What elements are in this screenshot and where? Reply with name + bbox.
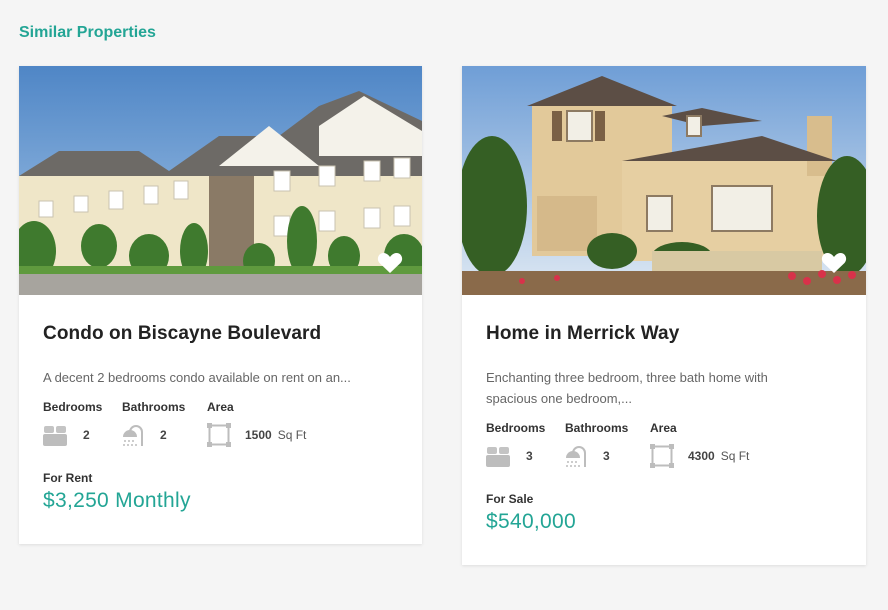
shower-icon [566, 446, 586, 467]
property-title[interactable]: Condo on Biscayne Boulevard [43, 323, 398, 345]
property-features: Bedrooms 3 Bathrooms 3 Area 4300 Sq Ft [486, 421, 842, 469]
property-price: $3,250 Monthly [43, 489, 191, 512]
bedrooms-label: Bedrooms [486, 421, 546, 435]
property-price: $540,000 [486, 510, 576, 533]
bathrooms-label: Bathrooms [122, 400, 186, 414]
property-title[interactable]: Home in Merrick Way [486, 323, 842, 345]
property-description: Enchanting three bedroom, three bath hom… [486, 370, 768, 406]
section-title: Similar Properties [19, 24, 156, 41]
property-card[interactable]: Home in Merrick Way Enchanting three bed… [462, 66, 866, 565]
bathrooms-feature: Bathrooms 3 [565, 421, 650, 469]
bedrooms-feature: Bedrooms 2 [43, 400, 122, 448]
area-value: 4300 [688, 449, 715, 463]
bedrooms-value: 3 [526, 449, 533, 463]
property-card[interactable]: Condo on Biscayne Boulevard A decent 2 b… [19, 66, 422, 544]
area-feature: Area 1500 Sq Ft [207, 400, 337, 448]
bedrooms-feature: Bedrooms 3 [486, 421, 565, 469]
house-photo [462, 66, 866, 295]
listing-status: For Rent [43, 471, 93, 485]
bathrooms-feature: Bathrooms 2 [122, 400, 207, 448]
property-description: A decent 2 bedrooms condo available on r… [43, 370, 351, 385]
listing-status: For Sale [486, 492, 534, 506]
bed-icon [486, 447, 510, 467]
bedrooms-value: 2 [83, 428, 90, 442]
bathrooms-label: Bathrooms [565, 421, 629, 435]
bathrooms-value: 2 [160, 428, 167, 442]
property-features: Bedrooms 2 Bathrooms 2 Area 1500 Sq Ft [43, 400, 398, 448]
heart-icon[interactable] [821, 252, 847, 274]
area-icon [650, 444, 674, 468]
area-icon [207, 423, 231, 447]
area-feature: Area 4300 Sq Ft [650, 421, 780, 469]
bathrooms-value: 3 [603, 449, 610, 463]
condo-photo [19, 66, 422, 295]
area-label: Area [207, 400, 234, 414]
property-photo[interactable] [462, 66, 866, 295]
bed-icon [43, 426, 67, 446]
property-photo[interactable] [19, 66, 422, 295]
area-label: Area [650, 421, 677, 435]
heart-icon[interactable] [377, 252, 403, 274]
bedrooms-label: Bedrooms [43, 400, 103, 414]
area-unit: Sq Ft [720, 449, 750, 463]
area-unit: Sq Ft [277, 428, 307, 442]
shower-icon [123, 425, 143, 446]
area-value: 1500 [245, 428, 272, 442]
